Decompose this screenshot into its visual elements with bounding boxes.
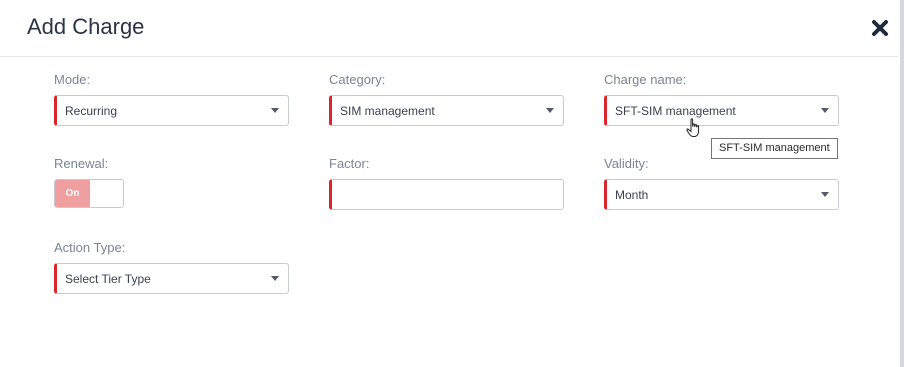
chevron-down-icon	[821, 192, 829, 197]
factor-input[interactable]	[329, 179, 564, 210]
modal-header: Add Charge	[0, 0, 898, 57]
chevron-down-icon	[821, 108, 829, 113]
charge-name-select[interactable]: SFT-SIM management	[604, 95, 839, 126]
modal-title: Add Charge	[27, 14, 145, 39]
action-type-select[interactable]: Select Tier Type	[54, 263, 289, 294]
charge-name-label: Charge name:	[604, 72, 687, 87]
category-label: Category:	[329, 72, 386, 87]
validity-value: Month	[615, 188, 649, 202]
chevron-down-icon	[546, 108, 554, 113]
validity-select[interactable]: Month	[604, 179, 839, 210]
factor-label: Factor:	[329, 156, 370, 171]
tooltip: SFT-SIM management	[711, 138, 838, 159]
mode-value: Recurring	[65, 104, 118, 118]
mode-label: Mode:	[54, 72, 91, 87]
validity-label: Validity:	[604, 156, 649, 171]
chevron-down-icon	[271, 276, 279, 281]
category-value: SIM management	[340, 104, 435, 118]
category-select[interactable]: SIM management	[329, 95, 564, 126]
charge-name-value: SFT-SIM management	[615, 104, 736, 118]
toggle-on-label: On	[55, 180, 90, 207]
hand-pointer-icon	[686, 118, 702, 138]
action-type-value: Select Tier Type	[65, 272, 151, 286]
chevron-down-icon	[271, 108, 279, 113]
close-icon[interactable]	[870, 18, 890, 38]
add-charge-modal: Add Charge Mode: Recurring Category: SIM…	[0, 0, 904, 367]
renewal-label: Renewal:	[54, 156, 109, 171]
action-type-label: Action Type:	[54, 240, 126, 255]
mode-select[interactable]: Recurring	[54, 95, 289, 126]
scrollbar[interactable]	[900, 0, 904, 367]
renewal-toggle[interactable]: On	[54, 179, 124, 208]
